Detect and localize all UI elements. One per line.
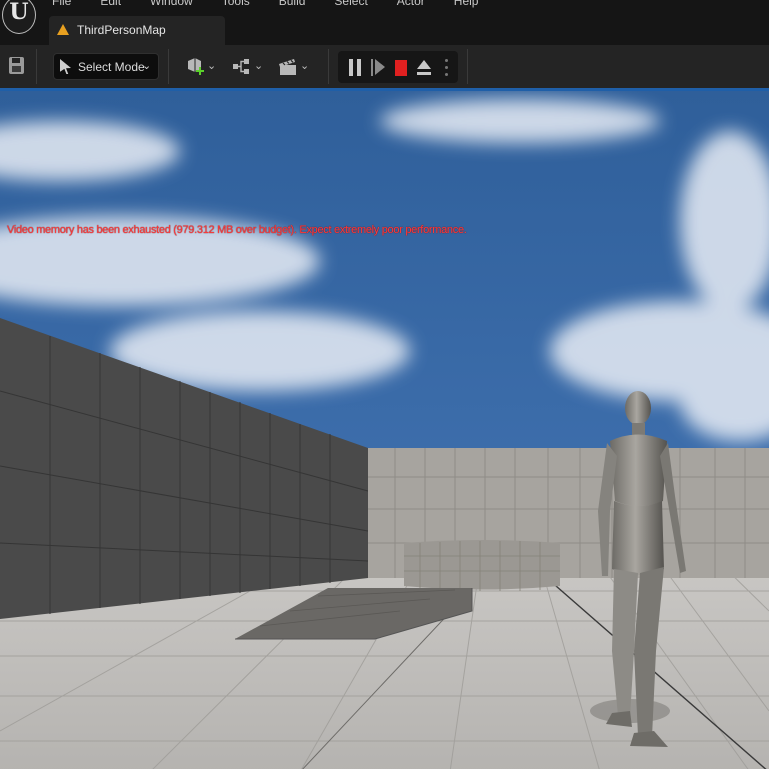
- add-actor-icon[interactable]: [186, 57, 206, 77]
- toolbar-divider: [328, 49, 329, 84]
- video-memory-warning: Video memory has been exhausted (979.312…: [7, 224, 467, 236]
- select-mode-label: Select Mode: [78, 60, 145, 74]
- toolbar-divider: [36, 49, 37, 84]
- menu-bar: File Edit Window Tools Build Select Acto…: [52, 0, 507, 8]
- menu-edit[interactable]: Edit: [100, 0, 121, 8]
- menu-build[interactable]: Build: [279, 0, 306, 8]
- save-icon[interactable]: [9, 57, 24, 74]
- select-mode-dropdown[interactable]: Select Mode ⌄: [53, 53, 159, 80]
- step-icon[interactable]: [371, 59, 385, 76]
- chevron-down-icon[interactable]: ⌄: [300, 59, 309, 72]
- menu-tools[interactable]: Tools: [222, 0, 250, 8]
- menu-help[interactable]: Help: [454, 0, 479, 8]
- stop-icon[interactable]: [395, 60, 407, 76]
- menu-select[interactable]: Select: [334, 0, 367, 8]
- level-viewport[interactable]: Video memory has been exhausted (979.312…: [0, 88, 769, 769]
- eject-icon[interactable]: [417, 60, 431, 76]
- menu-window[interactable]: Window: [150, 0, 193, 8]
- play-controls: [338, 51, 458, 83]
- cursor-icon: [60, 59, 71, 74]
- title-bar: U File Edit Window Tools Build Select Ac…: [0, 0, 769, 45]
- chevron-down-icon[interactable]: ⌄: [254, 59, 263, 72]
- main-toolbar: Select Mode ⌄ ⌄ ⌄ ⌄: [0, 45, 769, 88]
- blueprint-icon[interactable]: [232, 57, 252, 77]
- chevron-down-icon[interactable]: ⌄: [207, 59, 216, 72]
- viewport-scene: [0, 91, 769, 769]
- pause-icon[interactable]: [349, 59, 362, 76]
- toolbar-divider: [168, 49, 169, 84]
- unreal-logo-icon[interactable]: U: [2, 0, 36, 34]
- clapperboard-icon[interactable]: [278, 57, 300, 77]
- menu-file[interactable]: File: [52, 0, 71, 8]
- toolbar-divider: [467, 49, 468, 84]
- document-tab-title: ThirdPersonMap: [77, 23, 166, 37]
- more-icon[interactable]: [445, 59, 448, 76]
- chevron-down-icon: ⌄: [142, 60, 152, 72]
- warning-icon: [57, 24, 69, 35]
- menu-actor[interactable]: Actor: [397, 0, 425, 8]
- document-tab[interactable]: ThirdPersonMap: [49, 16, 225, 45]
- logo-letter: U: [9, 0, 29, 25]
